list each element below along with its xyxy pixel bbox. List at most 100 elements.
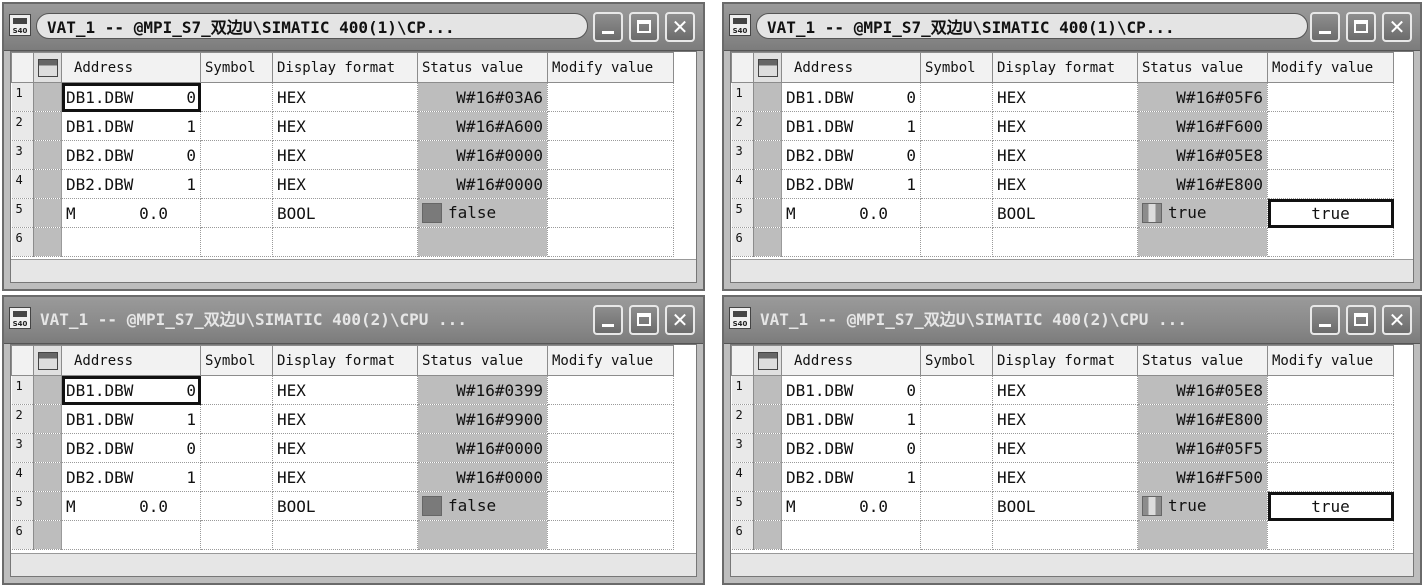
display-format-cell[interactable]: HEX <box>992 433 1138 463</box>
display-format-cell[interactable] <box>272 227 418 257</box>
table-row[interactable]: 4 DB2.DBW 1 HEX W#16#E800 <box>731 169 1394 199</box>
table-row[interactable]: 3 DB2.DBW 0 HEX W#16#05F5 <box>731 433 1394 463</box>
display-format-cell[interactable]: HEX <box>272 111 418 141</box>
column-header-status-value[interactable]: Status value <box>1137 345 1268 376</box>
display-format-cell[interactable]: HEX <box>992 169 1138 199</box>
address-cell[interactable]: DB1.DBW 1 <box>781 404 921 434</box>
display-format-cell[interactable]: HEX <box>992 404 1138 434</box>
modify-value-cell[interactable] <box>547 462 674 492</box>
modify-value-cell[interactable] <box>1267 111 1394 141</box>
address-cell[interactable]: M 0.0 <box>61 491 201 521</box>
table-row[interactable]: 5 M 0.0 BOOL true true <box>731 491 1394 521</box>
table-row[interactable]: 5 M 0.0 BOOL true true <box>731 198 1394 228</box>
address-cell[interactable]: DB1.DBW 1 <box>61 404 201 434</box>
modify-value-cell[interactable] <box>547 111 674 141</box>
table-row[interactable]: 6 <box>731 227 1394 257</box>
address-cell[interactable] <box>781 520 921 550</box>
modify-value-cell[interactable] <box>1267 433 1394 463</box>
address-cell[interactable]: DB1.DBW 0 <box>781 82 921 112</box>
display-format-cell[interactable]: HEX <box>992 82 1138 112</box>
column-header-symbol[interactable]: Symbol <box>920 345 993 376</box>
column-header-address[interactable]: Address <box>61 52 201 83</box>
table-row[interactable]: 4 DB2.DBW 1 HEX W#16#0000 <box>11 169 674 199</box>
close-button[interactable]: ✕ <box>665 305 695 335</box>
minimize-button[interactable] <box>1310 305 1340 335</box>
display-format-cell[interactable]: BOOL <box>992 491 1138 521</box>
column-header-address[interactable]: Address <box>781 52 921 83</box>
address-cell[interactable] <box>61 520 201 550</box>
modify-value-cell[interactable] <box>1267 375 1394 405</box>
display-format-cell[interactable]: HEX <box>272 433 418 463</box>
address-cell[interactable]: DB2.DBW 0 <box>61 140 201 170</box>
column-header-symbol[interactable]: Symbol <box>920 52 993 83</box>
address-cell[interactable]: DB1.DBW 0 <box>781 375 921 405</box>
close-button[interactable]: ✕ <box>1382 12 1412 42</box>
title-bar[interactable]: VAT_1 -- @MPI_S7_双边U\SIMATIC 400(2)\CPU … <box>4 297 703 344</box>
address-cell[interactable]: DB1.DBW 1 <box>61 111 201 141</box>
modify-value-cell[interactable] <box>547 169 674 199</box>
minimize-button[interactable] <box>593 12 623 42</box>
symbol-cell[interactable] <box>200 169 273 199</box>
column-header-symbol[interactable]: Symbol <box>200 345 273 376</box>
maximize-button[interactable] <box>1346 305 1376 335</box>
display-format-cell[interactable]: HEX <box>272 375 418 405</box>
maximize-button[interactable] <box>629 305 659 335</box>
modify-value-cell[interactable] <box>1267 169 1394 199</box>
symbol-cell[interactable] <box>920 140 993 170</box>
table-row[interactable]: 3 DB2.DBW 0 HEX W#16#0000 <box>11 433 674 463</box>
column-header-address[interactable]: Address <box>781 345 921 376</box>
modify-value-cell[interactable] <box>1267 82 1394 112</box>
table-row[interactable]: 1 DB1.DBW 0 HEX W#16#03A6 <box>11 82 674 112</box>
address-cell[interactable]: M 0.0 <box>61 198 201 228</box>
display-format-cell[interactable]: BOOL <box>272 491 418 521</box>
modify-value-cell[interactable]: true <box>1267 198 1394 228</box>
address-cell[interactable]: M 0.0 <box>781 491 921 521</box>
address-cell[interactable]: DB2.DBW 0 <box>61 433 201 463</box>
table-row[interactable]: 2 DB1.DBW 1 HEX W#16#9900 <box>11 404 674 434</box>
address-cell[interactable]: DB1.DBW 0 <box>61 375 201 405</box>
display-format-cell[interactable]: HEX <box>992 111 1138 141</box>
symbol-cell[interactable] <box>920 169 993 199</box>
column-header-display-format[interactable]: Display format <box>272 345 418 376</box>
table-row[interactable]: 1 DB1.DBW 0 HEX W#16#05E8 <box>731 375 1394 405</box>
display-format-cell[interactable]: HEX <box>272 169 418 199</box>
horizontal-scrollbar[interactable] <box>731 553 1413 576</box>
column-header-display-format[interactable]: Display format <box>992 52 1138 83</box>
address-cell[interactable]: M 0.0 <box>781 198 921 228</box>
display-format-cell[interactable] <box>992 227 1138 257</box>
modify-value-cell[interactable] <box>1267 462 1394 492</box>
table-row[interactable]: 1 DB1.DBW 0 HEX W#16#0399 <box>11 375 674 405</box>
column-header-address[interactable]: Address <box>61 345 201 376</box>
modify-value-cell[interactable] <box>547 227 674 257</box>
minimize-button[interactable] <box>593 305 623 335</box>
symbol-cell[interactable] <box>920 82 993 112</box>
symbol-cell[interactable] <box>200 82 273 112</box>
symbol-cell[interactable] <box>920 111 993 141</box>
display-format-cell[interactable] <box>272 520 418 550</box>
symbol-cell[interactable] <box>920 375 993 405</box>
column-header-symbol[interactable]: Symbol <box>200 52 273 83</box>
address-cell[interactable]: DB2.DBW 1 <box>781 462 921 492</box>
table-row[interactable]: 2 DB1.DBW 1 HEX W#16#F600 <box>731 111 1394 141</box>
symbol-cell[interactable] <box>200 140 273 170</box>
title-bar[interactable]: VAT_1 -- @MPI_S7_双边U\SIMATIC 400(1)\CP..… <box>4 4 703 51</box>
symbol-cell[interactable] <box>200 491 273 521</box>
display-format-cell[interactable]: HEX <box>992 375 1138 405</box>
maximize-button[interactable] <box>1346 12 1376 42</box>
symbol-cell[interactable] <box>200 520 273 550</box>
modify-value-cell[interactable] <box>547 198 674 228</box>
display-format-cell[interactable]: HEX <box>272 140 418 170</box>
column-header-modify-value[interactable]: Modify value <box>1267 345 1394 376</box>
close-button[interactable]: ✕ <box>1382 305 1412 335</box>
address-cell[interactable]: DB1.DBW 1 <box>781 111 921 141</box>
address-cell[interactable] <box>61 227 201 257</box>
symbol-cell[interactable] <box>200 462 273 492</box>
symbol-cell[interactable] <box>920 462 993 492</box>
modify-value-cell[interactable] <box>1267 140 1394 170</box>
address-cell[interactable]: DB2.DBW 1 <box>781 169 921 199</box>
symbol-cell[interactable] <box>200 198 273 228</box>
column-header-display-format[interactable]: Display format <box>992 345 1138 376</box>
modify-value-cell[interactable] <box>1267 227 1394 257</box>
minimize-button[interactable] <box>1310 12 1340 42</box>
address-cell[interactable]: DB1.DBW 0 <box>61 82 201 112</box>
